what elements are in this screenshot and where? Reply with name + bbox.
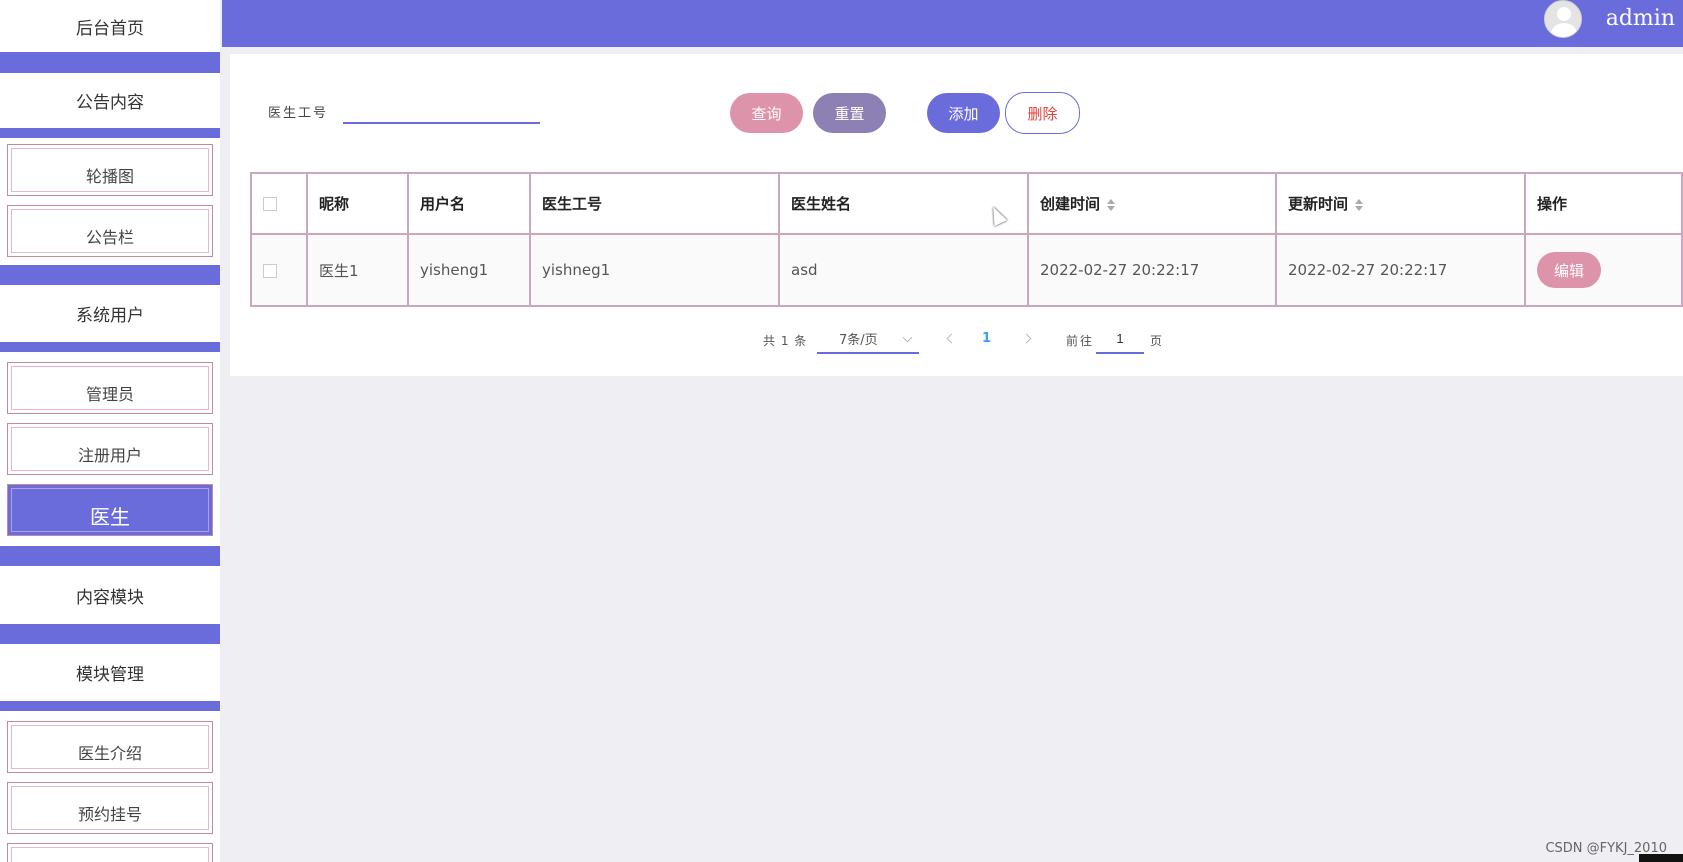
sidebar-divider — [0, 624, 220, 644]
cell-nickname: 医生1 — [306, 233, 409, 307]
sidebar-item-doctor-intro[interactable]: 医生介绍 — [7, 721, 213, 773]
row-checkbox[interactable] — [263, 263, 277, 278]
avatar-head-icon — [1557, 7, 1571, 21]
sidebar-item-notice-board[interactable]: 公告栏 — [7, 205, 213, 257]
cell-doctor-id: yishneg1 — [529, 233, 780, 307]
sidebar: 后台首页 公告内容 轮播图 公告栏 系统用户 管理员 注册用户 医生 内容模块 … — [0, 0, 220, 862]
sidebar-item-label: 医生介绍 — [77, 744, 142, 763]
query-button[interactable]: 查询 — [730, 93, 803, 133]
sidebar-item-home[interactable]: 后台首页 — [0, 0, 220, 52]
sidebar-group-label: 内容模块 — [76, 587, 144, 608]
select-all-cell — [250, 172, 308, 235]
sidebar-item-doctor[interactable]: 医生 — [7, 484, 213, 536]
delete-button[interactable]: 删除 — [1005, 92, 1080, 134]
col-doctor-name: 医生姓名 — [778, 172, 1029, 235]
col-username: 用户名 — [407, 172, 531, 235]
username[interactable]: admin — [1606, 6, 1675, 31]
sidebar-divider — [0, 265, 220, 285]
sidebar-item-carousel[interactable]: 轮播图 — [7, 144, 213, 196]
select-all-checkbox[interactable] — [263, 197, 277, 211]
sidebar-item-registered-users[interactable]: 注册用户 — [7, 423, 213, 475]
avatar[interactable] — [1544, 0, 1582, 38]
sidebar-divider — [0, 546, 220, 566]
next-page-icon[interactable] — [1021, 333, 1032, 344]
goto-page-input[interactable] — [1096, 324, 1144, 354]
search-label: 医生工号 — [268, 106, 329, 121]
page-size-select[interactable]: 7条/页 — [817, 324, 919, 354]
col-updated-label: 更新时间 — [1288, 195, 1349, 213]
sidebar-group-announcements[interactable]: 公告内容 — [0, 73, 220, 128]
col-actions: 操作 — [1524, 172, 1683, 235]
sidebar-group-label: 公告内容 — [76, 93, 144, 113]
doctor-table: 昵称 用户名 医生工号 医生姓名 创建时间 更新时间 操作 医生1 yishen… — [250, 172, 1683, 307]
cell-updated: 2022-02-27 20:22:17 — [1275, 233, 1526, 307]
sidebar-group-label: 系统用户 — [76, 306, 144, 326]
chevron-down-icon — [902, 332, 913, 343]
row-select-cell — [250, 233, 308, 307]
table-header-row: 昵称 用户名 医生工号 医生姓名 创建时间 更新时间 操作 — [250, 172, 1683, 235]
top-header: admin — [222, 0, 1683, 47]
col-created-label: 创建时间 — [1040, 195, 1101, 213]
sidebar-group-label: 模块管理 — [76, 665, 144, 685]
sidebar-divider — [0, 701, 220, 711]
main-panel: 医生工号 查询 重置 添加 删除 昵称 用户名 医生工号 医生姓名 创建时间 更… — [230, 54, 1683, 376]
sidebar-item-label: 预约挂号 — [77, 805, 142, 824]
sidebar-item-label: 管理员 — [85, 385, 134, 404]
sidebar-item-label: 轮播图 — [85, 167, 134, 186]
prev-page-icon[interactable] — [946, 333, 957, 344]
col-nickname: 昵称 — [306, 172, 409, 235]
goto-label: 前往 — [1066, 334, 1095, 348]
col-created[interactable]: 创建时间 — [1027, 172, 1277, 235]
cell-created: 2022-02-27 20:22:17 — [1027, 233, 1277, 307]
cell-username: yisheng1 — [407, 233, 531, 307]
sidebar-item-label: 后台首页 — [76, 18, 144, 39]
sidebar-divider — [0, 342, 220, 352]
avatar-body-icon — [1551, 23, 1577, 37]
sidebar-divider — [0, 128, 220, 138]
sidebar-item-appointment[interactable]: 预约挂号 — [7, 782, 213, 834]
col-doctor-id: 医生工号 — [529, 172, 780, 235]
sidebar-item-more[interactable] — [7, 843, 213, 862]
cell-doctor-name: asd — [778, 233, 1029, 307]
sort-icon[interactable] — [1106, 198, 1116, 212]
sidebar-item-admin[interactable]: 管理员 — [7, 362, 213, 414]
table-row: 医生1 yisheng1 yishneg1 asd 2022-02-27 20:… — [250, 233, 1683, 307]
sort-icon[interactable] — [1354, 198, 1364, 212]
cell-actions: 编辑 — [1524, 233, 1683, 307]
page-suffix: 页 — [1150, 334, 1163, 348]
reset-button[interactable]: 重置 — [813, 93, 886, 133]
sidebar-item-label: 医生 — [90, 504, 130, 529]
page-size-value: 7条/页 — [839, 332, 878, 348]
sidebar-group-content-modules[interactable]: 内容模块 — [0, 566, 220, 624]
sidebar-item-label: 公告栏 — [85, 228, 134, 247]
doctor-id-search-input[interactable] — [343, 92, 540, 124]
pagination-total: 共 1 条 — [763, 334, 808, 348]
sidebar-group-module-management[interactable]: 模块管理 — [0, 644, 220, 701]
sidebar-divider — [0, 52, 220, 73]
sidebar-group-system-users[interactable]: 系统用户 — [0, 285, 220, 342]
col-updated[interactable]: 更新时间 — [1275, 172, 1526, 235]
corner-artifact — [1639, 854, 1683, 862]
pagination: 共 1 条 7条/页 1 前往 页 — [230, 324, 1683, 354]
sidebar-item-label: 注册用户 — [77, 446, 142, 465]
page-number-current[interactable]: 1 — [982, 331, 991, 346]
edit-button[interactable]: 编辑 — [1537, 252, 1601, 288]
add-button[interactable]: 添加 — [927, 93, 1000, 133]
